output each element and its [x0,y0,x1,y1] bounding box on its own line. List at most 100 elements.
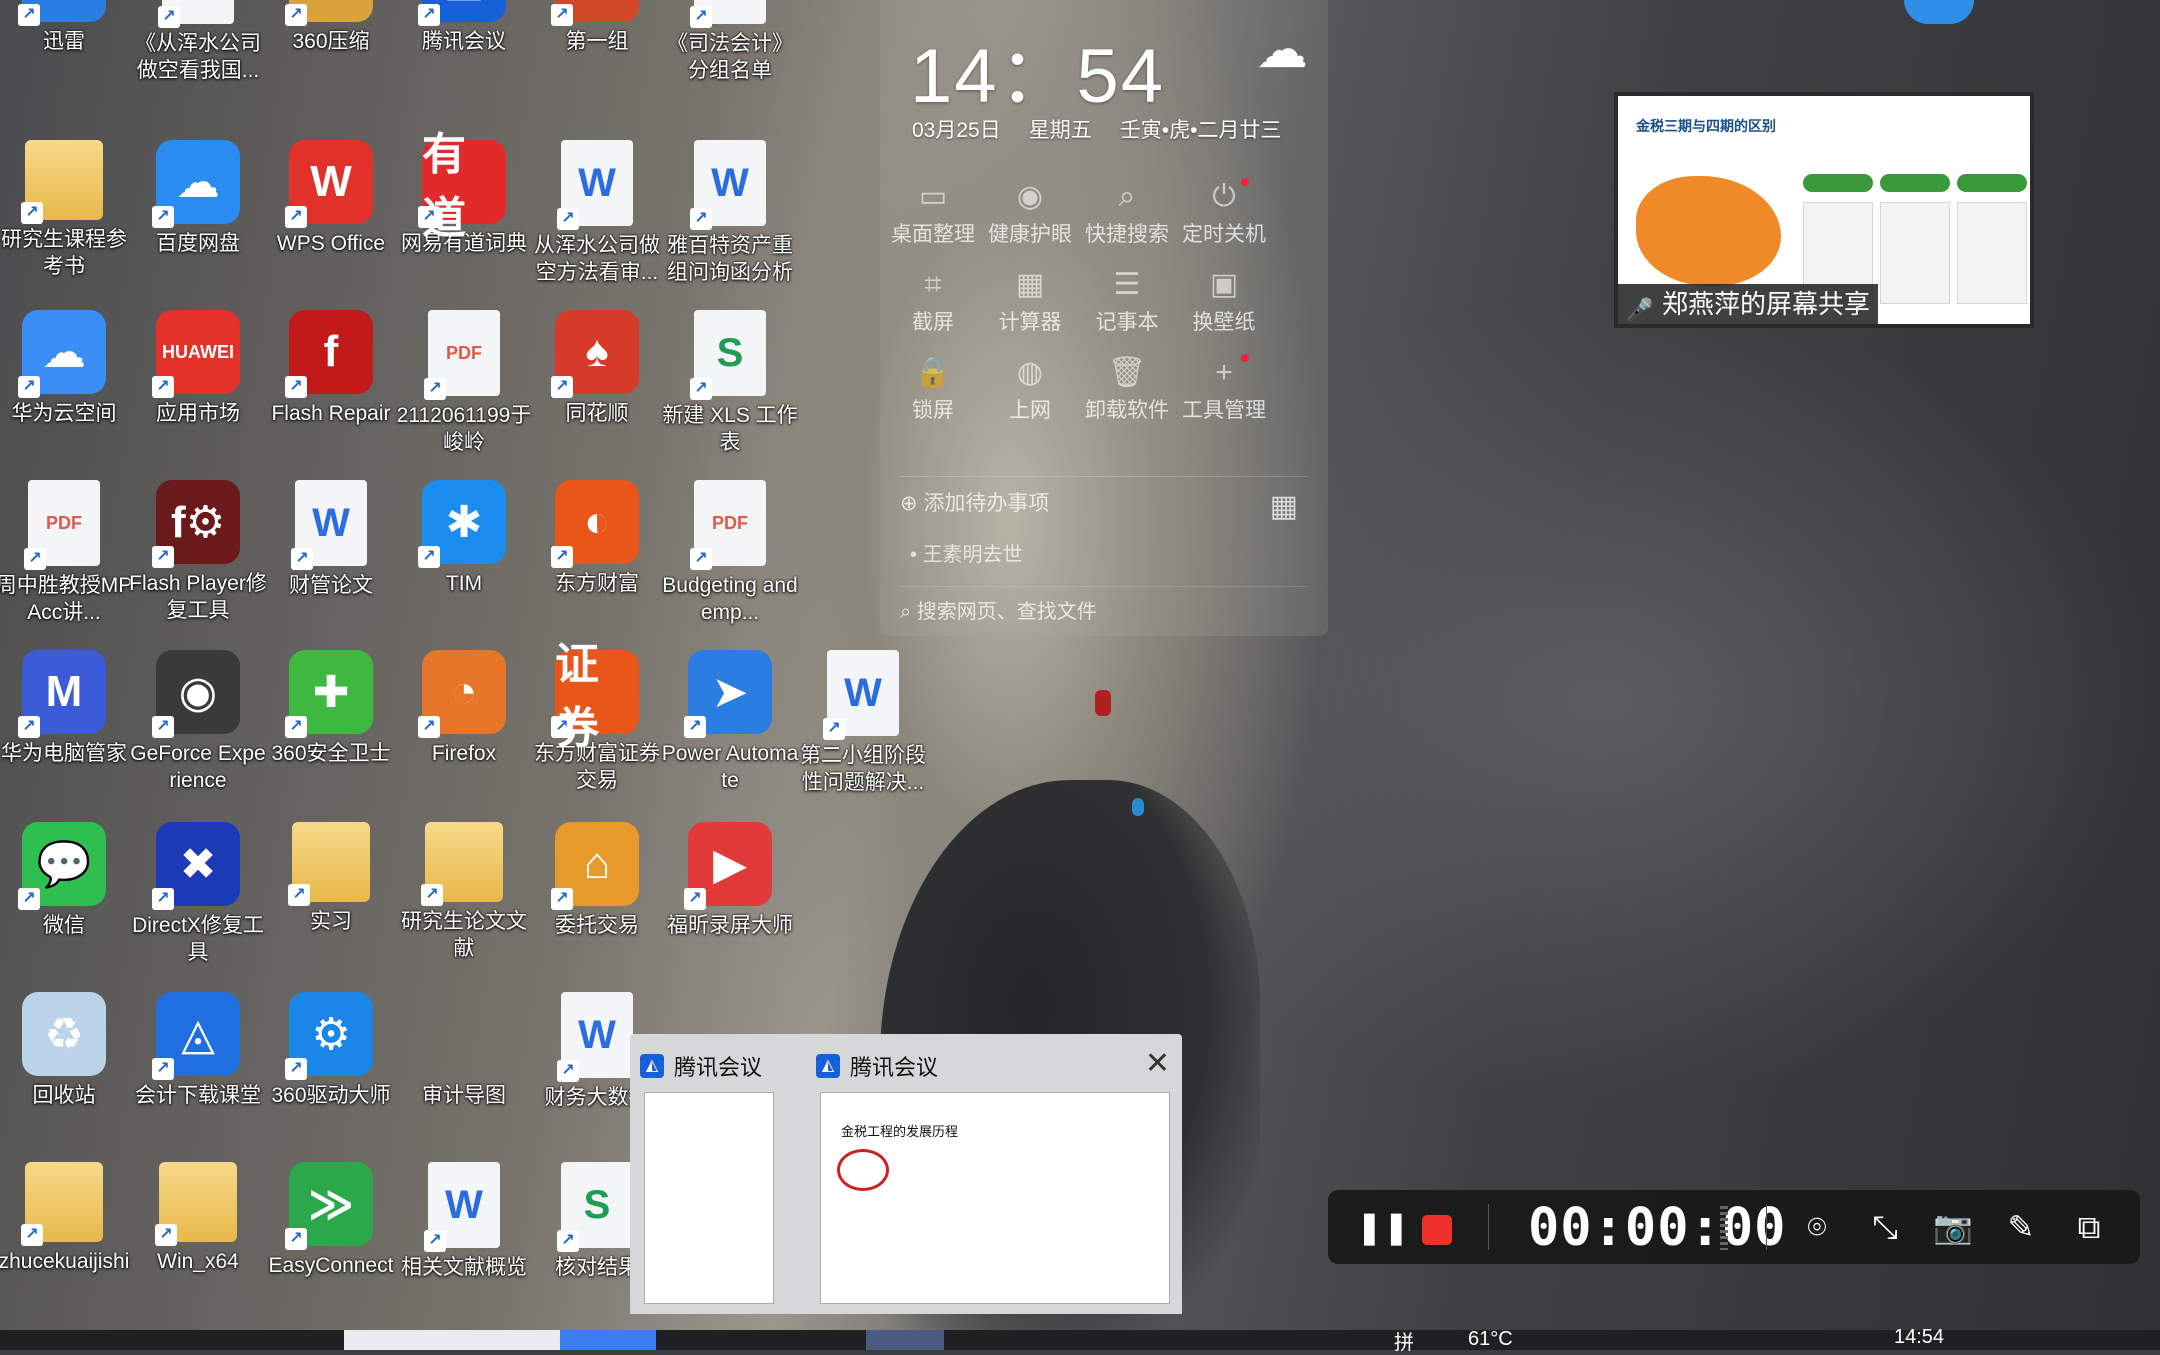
weather-cloud-icon[interactable]: ☁ [1256,20,1308,80]
shortcut-arrow-icon: ↗ [690,378,712,400]
shortcut-arrow-icon: ↗ [690,548,712,570]
shortcut-arrow-icon: ↗ [291,548,313,570]
desktop-icon[interactable]: ☁ ↗ 华为云空间 [0,310,129,475]
desktop-icon[interactable]: 💬 ↗ 微信 [0,822,129,987]
desktop-icon[interactable]: W ↗ 第二小组阶段性问题解决... [798,650,928,815]
desktop-icon[interactable]: 审计导图 [399,992,529,1157]
screen-share-window[interactable]: 金税三期与四期的区别 🎤 郑燕萍的屏幕共享 [1614,92,2034,328]
desktop-icon[interactable]: ➤↗ 迅雷 [0,0,129,103]
desktop-icon-label: 新建 XLS 工作表 [662,404,798,454]
desktop-icon[interactable]: ✖ ↗ DirectX修复工具 [132,822,264,987]
shortcut-arrow-icon: ↗ [551,4,573,26]
desktop-icon[interactable]: PDF ↗ 2112061199于峻岭 [397,310,531,475]
widget-tool-button[interactable]: ◍ 上网 [981,352,1079,424]
taskbar-thumbnail-item[interactable]: ◭ 腾讯会议 [630,1034,806,1314]
desktop-icon[interactable]: W ↗ 从浑水公司做空方法看审... [532,140,662,305]
widget-tool-button[interactable]: 🗑 卸载软件 [1078,352,1176,424]
desktop-icon[interactable]: PDF ↗ Budgeting and emp... [662,480,798,645]
desktop-icon[interactable]: W ↗ WPS Office [266,140,396,305]
widget-date: 03月25日 [912,119,1001,142]
desktop-icon[interactable]: ◔ ↗ Firefox [399,650,529,815]
desktop-icon[interactable]: W↗ 《从浑水公司做空看我国... [133,0,263,103]
desktop-icon[interactable]: W ↗ 财管论文 [266,480,396,645]
desktop-icon[interactable]: HUAWEI ↗ 应用市场 [133,310,263,475]
divider [1766,1204,1767,1250]
add-todo-button[interactable]: ⊕ 添加待办事项 ▦ [900,476,1308,523]
todo-item[interactable]: • 王素明去世 [910,538,1023,567]
qr-code-icon[interactable]: ▦ [1270,489,1298,524]
desktop-icon[interactable]: 有道 ↗ 网易有道词典 [399,130,529,305]
wallpaper-climber [1132,798,1144,816]
desktop-icon[interactable]: S↗ 《司法会计》分组名单 [665,0,795,103]
widget-tool-button[interactable]: ⏻ 定时关机 [1175,176,1273,248]
desktop-icon[interactable]: ◐ ↗ 东方财富 [532,480,662,645]
widget-date-row: 03月25日 星期五 壬寅•虎•二月廿三 [912,114,1281,144]
pause-button[interactable]: ❚❚ [1356,1204,1410,1250]
desktop-icon[interactable]: ▶ ↗ 福昕录屏大师 [665,822,795,987]
desktop-icon[interactable]: W ↗ 雅百特资产重组问询函分析 [665,140,795,305]
widget-tool-button[interactable]: ⌗ 截屏 [884,264,982,336]
desktop-icon[interactable]: P↗ 第一组 [532,0,662,103]
desktop-icon-label: 应用市场 [156,402,240,425]
region-capture-icon[interactable]: ⌾ [1794,1204,1840,1250]
desktop-icon[interactable]: ☁ ↗ 百度网盘 [133,140,263,305]
widget-tool-label: 定时关机 [1182,223,1266,246]
pen-annotate-icon[interactable]: ✎ [1998,1204,2044,1250]
desktop-icon[interactable]: ◉ ↗ GeForce Experience [130,650,266,815]
desktop-icon[interactable]: ♠ ↗ 同花顺 [532,310,662,475]
desktop-icon[interactable]: ◭↗ 腾讯会议 [399,0,529,103]
tencent-meeting-icon: ◭↗ [418,0,506,26]
desktop-icon[interactable]: ↗ 研究生论文文献 [399,822,529,987]
desktop-icon[interactable]: ⚙ ↗ 360驱动大师 [266,992,396,1157]
widget-tool-button[interactable]: ▭ 桌面整理 [884,176,982,248]
huawei-pc-manager-icon: M ↗ [18,650,106,738]
desktop-icon[interactable]: f ↗ Flash Repair [266,310,396,475]
stop-record-button[interactable] [1414,1204,1460,1250]
desktop-icon[interactable]: ↗ 研究生课程参考书 [0,140,129,305]
widget-tool-label: 截屏 [912,311,954,334]
desktop-icon[interactable]: ↗ zhucekuaijishi [0,1162,129,1327]
widget-tool-button[interactable]: 🔒 锁屏 [884,352,982,424]
share-slide-map [1636,176,1781,286]
tencent-meeting-taskbar-button[interactable] [866,1330,944,1350]
audio-level-meter [1720,1206,1728,1250]
taskbar-thumbnail-item[interactable]: ◭ 腾讯会议 金税工程的发展历程 [806,1034,1182,1314]
desktop-icon[interactable]: ♻ 回收站 [0,992,129,1157]
widget-tool-button[interactable]: ◉ 健康护眼 [981,176,1079,248]
widget-tool-button[interactable]: ▣ 换壁纸 [1175,264,1273,336]
desktop-icon[interactable]: ◬ ↗ 会计下载课堂 [133,992,263,1157]
desktop-icon[interactable]: ✚ ↗ 360安全卫士 [266,650,396,815]
screen-share-owner: 郑燕萍的屏幕共享 [1662,289,1871,319]
shortcut-arrow-icon: ↗ [551,376,573,398]
taskbar-clock[interactable]: 14:54 [1894,1326,1944,1349]
shrink-icon[interactable]: ⤡ [1862,1204,1908,1250]
desktop-icon[interactable]: ↗ Win_x64 [133,1162,263,1327]
desktop-icon[interactable]: 证券 ↗ 东方财富证券交易 [532,640,662,815]
desktop-icon-label: Budgeting and emp... [662,574,798,624]
eastmoney-icon: ◐ ↗ [551,480,639,568]
input-method-indicator[interactable]: 拼 [1394,1326,1414,1355]
desktop-icon[interactable]: S ↗ 新建 XLS 工作表 [662,310,798,475]
desktop-icon[interactable]: ⌂ ↗ 委托交易 [532,822,662,987]
widget-tool-button[interactable]: ▦ 计算器 [981,264,1079,336]
widget-tool-button[interactable]: ☰ 记事本 [1078,264,1176,336]
taskbar-app-button[interactable] [560,1330,656,1350]
desktop-icon[interactable]: ✱ ↗ TIM [399,480,529,645]
widget-search-input[interactable]: ⌕ 搜索网页、查找文件 [900,586,1308,624]
desktop-icon[interactable]: M ↗ 华为电脑管家 [0,650,129,815]
close-icon[interactable]: ✕ [1145,1046,1170,1081]
desktop-icon[interactable]: W ↗ 相关文献概览 [399,1162,529,1327]
desktop-icon-label: 华为云空间 [11,402,117,425]
taskbar-app-button[interactable] [344,1330,560,1350]
widget-tool-button[interactable]: ⌕ 快捷搜索 [1078,176,1176,248]
desktop-icon[interactable]: PDF ↗ 周中胜教授MPAcc讲... [0,480,132,645]
desktop-icon[interactable]: ➤ ↗ Power Automate [662,650,798,815]
widget-tool-button[interactable]: + 工具管理 [1175,352,1273,424]
desktop-icon[interactable]: f⚙ ↗ Flash Player修复工具 [129,480,267,645]
wps-icon: W ↗ [285,140,373,228]
desktop-icon[interactable]: ↗ 实习 [266,822,396,987]
window-toggle-icon[interactable]: ⧉ [2066,1204,2112,1250]
camera-icon[interactable]: 📷 [1930,1204,1976,1250]
desktop-icon[interactable]: ZIP↗ 360压缩 [266,0,396,103]
desktop-icon[interactable]: ≫ ↗ EasyConnect [266,1162,396,1327]
